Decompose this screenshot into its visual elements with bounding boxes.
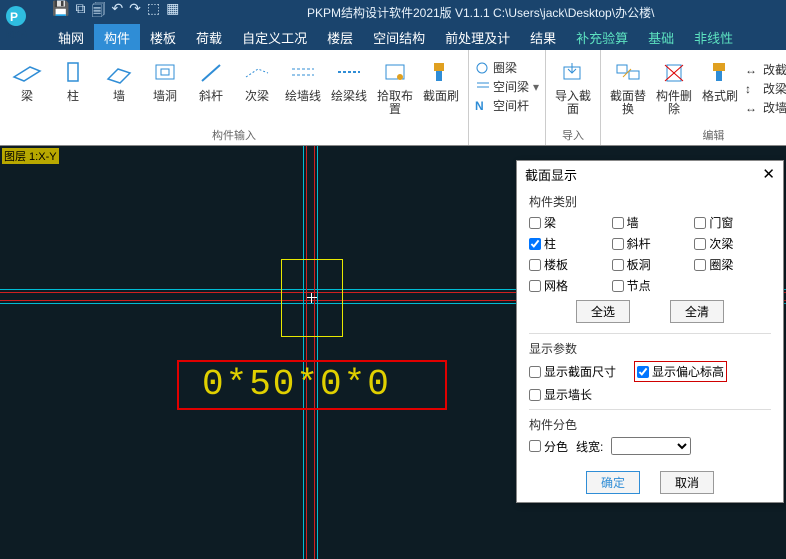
qat-redo-icon[interactable]: ↷ xyxy=(129,0,141,24)
linewidth-label: 线宽: xyxy=(576,438,603,455)
section-label: 显示参数 xyxy=(529,340,771,357)
center-cross-icon xyxy=(307,293,317,303)
tab-custom[interactable]: 自定义工况 xyxy=(232,24,317,50)
chk-beam[interactable]: 梁 xyxy=(529,214,606,231)
rbtn-secbrush[interactable]: 截面刷 xyxy=(420,54,462,118)
rbtn-delete[interactable]: 构件删除 xyxy=(653,54,695,118)
chk-node[interactable]: 节点 xyxy=(612,277,689,294)
app-logo: P KPM xyxy=(2,4,42,44)
chk-column[interactable]: 柱 xyxy=(529,235,606,252)
ribbon-group-label: 构件输入 xyxy=(6,125,462,145)
rbtn-pick[interactable]: 拾取布置 xyxy=(374,54,416,118)
rbtn-wallhole[interactable]: 墙洞 xyxy=(144,54,186,118)
clear-all-button[interactable]: 全清 xyxy=(670,300,724,323)
rbtn-brace[interactable]: 斜杆 xyxy=(190,54,232,118)
side-spacebar[interactable]: N空间杆 xyxy=(475,96,539,115)
tab-load[interactable]: 荷载 xyxy=(186,24,232,50)
ok-button[interactable]: 确定 xyxy=(586,471,640,494)
svg-text:KPM: KPM xyxy=(6,30,28,41)
svg-text:P: P xyxy=(10,10,18,24)
rbtn-import[interactable]: 导入截面 xyxy=(552,54,594,118)
chk-slabhole[interactable]: 板洞 xyxy=(612,256,689,273)
qat-icon[interactable]: ⬚ xyxy=(147,0,160,24)
tab-floor[interactable]: 楼层 xyxy=(317,24,363,50)
section-label: 构件分色 xyxy=(529,416,771,433)
cancel-button[interactable]: 取消 xyxy=(660,471,714,494)
chk-wall[interactable]: 墙 xyxy=(612,214,689,231)
tab-extra-check[interactable]: 补充验算 xyxy=(566,24,638,50)
close-icon[interactable]: ✕ xyxy=(762,165,775,183)
ribbon-toolbar: 梁 柱 墙 墙洞 斜杆 次梁 绘墙线 绘梁线 拾取布置 截面刷 构件输入 圈梁 … xyxy=(0,50,786,146)
qat-undo-icon[interactable]: ↶ xyxy=(111,0,123,24)
qat-save-icon[interactable]: 💾 xyxy=(52,0,69,24)
menu-bar: 轴网 构件 楼板 荷载 自定义工况 楼层 空间结构 前处理及计 结果 补充验算 … xyxy=(0,24,786,50)
dimension-text: 0*50*0*0 xyxy=(202,364,391,405)
tab-slab[interactable]: 楼板 xyxy=(140,24,186,50)
qat-icon[interactable]: ▦ xyxy=(166,0,179,24)
chk-show-offset[interactable]: 显示偏心标高 xyxy=(634,361,727,382)
tab-nonlinear[interactable]: 非线性 xyxy=(684,24,743,50)
edit-height[interactable]: ↕改梁高 xyxy=(745,79,786,98)
rbtn-secbeam[interactable]: 次梁 xyxy=(236,54,278,118)
window-title: PKPM结构设计软件2021版 V1.1.1 C:\Users\jack\Des… xyxy=(179,4,782,21)
rbtn-wall[interactable]: 墙 xyxy=(98,54,140,118)
rbtn-drawwall[interactable]: 绘墙线 xyxy=(282,54,324,118)
quick-access-toolbar: 💾 ⧉ 🗐 ↶ ↷ ⬚ ▦ xyxy=(52,0,179,24)
title-bar: PKPM 💾 ⧉ 🗐 ↶ ↷ ⬚ ▦ PKPM结构设计软件2021版 V1.1.… xyxy=(0,0,786,24)
chk-ring[interactable]: 圈梁 xyxy=(694,256,771,273)
tab-extra-found[interactable]: 基础 xyxy=(638,24,684,50)
rbtn-replace[interactable]: 截面替换 xyxy=(607,54,649,118)
qat-icon[interactable]: 🗐 xyxy=(91,0,105,24)
chk-grid[interactable]: 网格 xyxy=(529,277,606,294)
chk-door[interactable]: 门窗 xyxy=(694,214,771,231)
qat-icon[interactable]: ⧉ xyxy=(75,0,85,24)
dialog-title: 截面显示 xyxy=(525,165,577,184)
linewidth-select[interactable] xyxy=(611,437,691,455)
tab-result[interactable]: 结果 xyxy=(520,24,566,50)
chk-brace[interactable]: 斜杆 xyxy=(612,235,689,252)
tab-component[interactable]: 构件 xyxy=(94,24,140,50)
ribbon-group-label: 导入 xyxy=(552,125,594,145)
rbtn-format[interactable]: 格式刷 xyxy=(699,54,741,118)
tab-axis[interactable]: 轴网 xyxy=(48,24,94,50)
section-label: 构件类别 xyxy=(529,193,771,210)
rbtn-drawbeam[interactable]: 绘梁线 xyxy=(328,54,370,118)
tab-space[interactable]: 空间结构 xyxy=(363,24,435,50)
tab-pre[interactable]: 前处理及计 xyxy=(435,24,520,50)
chk-slab[interactable]: 楼板 xyxy=(529,256,606,273)
rbtn-column[interactable]: 柱 xyxy=(52,54,94,118)
chk-show-size[interactable]: 显示截面尺寸 xyxy=(529,361,616,382)
section-display-dialog: 截面显示 ✕ 构件类别 梁 墙 门窗 柱 斜杆 次梁 楼板 板洞 圈梁 网格 节… xyxy=(516,160,784,503)
chk-show-walllen[interactable]: 显示墙长 xyxy=(529,386,771,403)
side-ringbeam[interactable]: 圈梁 xyxy=(475,58,539,77)
select-all-button[interactable]: 全选 xyxy=(576,300,630,323)
chk-secbeam[interactable]: 次梁 xyxy=(694,235,771,252)
rbtn-beam[interactable]: 梁 xyxy=(6,54,48,118)
ribbon-group-label: 编辑 xyxy=(607,125,786,145)
edit-width[interactable]: ↔改截宽 xyxy=(745,60,786,79)
chk-color[interactable]: 分色 xyxy=(529,438,568,455)
edit-wallw[interactable]: ↔改墙宽 xyxy=(745,98,786,117)
side-spacebeam[interactable]: 空间梁▾ xyxy=(475,77,539,96)
layer-label: 图层 1:X-Y xyxy=(2,148,59,164)
